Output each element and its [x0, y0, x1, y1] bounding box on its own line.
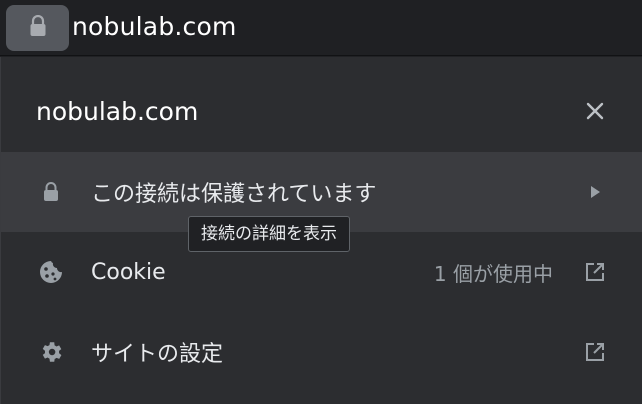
- site-info-button[interactable]: [6, 5, 69, 51]
- url-text[interactable]: nobulab.com: [72, 10, 237, 44]
- lock-icon: [29, 14, 47, 41]
- lock-icon: [36, 177, 66, 207]
- close-button[interactable]: [579, 97, 611, 129]
- cookie-label: Cookie: [91, 259, 166, 285]
- panel-title: nobulab.com: [36, 97, 199, 126]
- close-icon: [585, 101, 605, 125]
- open-external-icon[interactable]: [581, 258, 609, 286]
- site-settings-label: サイトの設定: [91, 342, 224, 367]
- cookie-count: 1 個が使用中: [433, 261, 553, 286]
- open-external-icon[interactable]: [581, 338, 609, 366]
- connection-secure-label: この接続は保護されています: [91, 182, 377, 207]
- chevron-right-icon: [581, 178, 609, 206]
- gear-icon: [36, 337, 66, 367]
- cookie-icon: [36, 257, 66, 287]
- connection-details-tooltip: 接続の詳細を表示: [188, 216, 350, 252]
- site-settings-row[interactable]: サイトの設定: [1, 312, 642, 392]
- omnibox: nobulab.com: [0, 0, 642, 56]
